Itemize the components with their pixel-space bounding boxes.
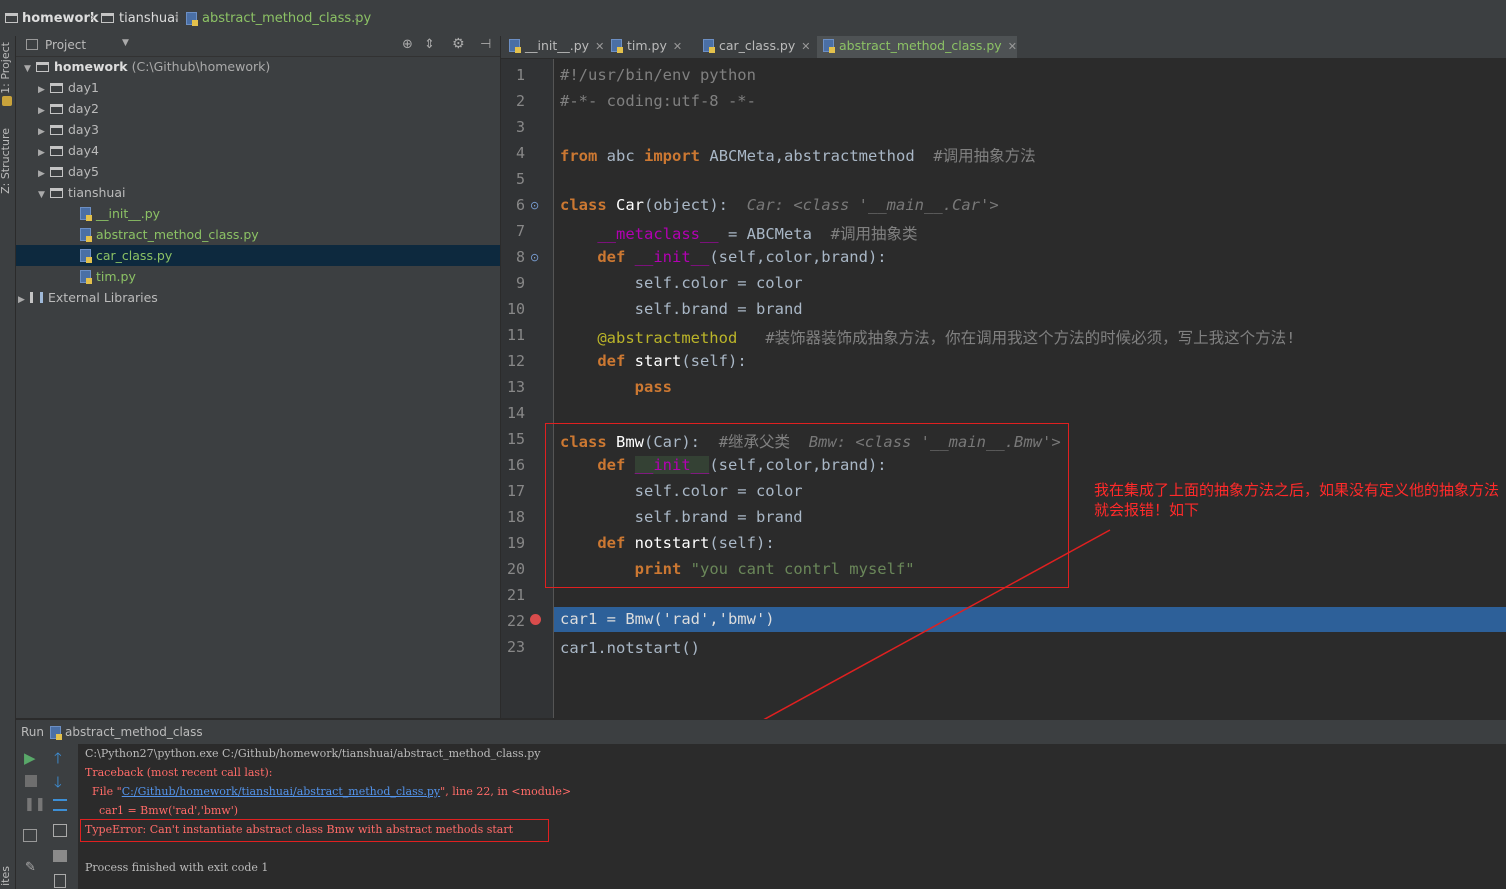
scroll-to-end-icon[interactable] <box>53 824 67 837</box>
error-highlight-box <box>80 819 549 842</box>
soft-wrap-icon[interactable] <box>53 799 67 811</box>
down-arrow-icon[interactable]: 🡓 <box>54 772 62 797</box>
console-text: File " <box>85 785 122 798</box>
rerun-icon[interactable]: ▶ <box>24 749 36 767</box>
layout-icon[interactable] <box>23 829 37 842</box>
console-traceback: Traceback (most recent call last): <box>85 766 273 779</box>
console-text: ", line 22, in <module> <box>440 785 572 798</box>
console-command: C:\Python27\python.exe C:/Github/homewor… <box>85 747 541 760</box>
console-exit-status: Process finished with exit code 1 <box>85 861 269 874</box>
console-code-line: car1 = Bmw('rad','bmw') <box>85 804 239 817</box>
console-file-link[interactable]: C:/Github/homework/tianshuai/abstract_me… <box>122 785 440 798</box>
trash-icon[interactable] <box>54 874 66 888</box>
run-toolbar: ▶ ❚❚ ✎ 🡑 🡓 <box>16 744 79 889</box>
run-config-tab[interactable]: abstract_method_class <box>65 725 203 739</box>
pause-icon[interactable]: ❚❚ <box>24 797 46 812</box>
run-panel-header: Run abstract_method_class <box>16 719 1506 744</box>
python-file-icon <box>50 726 62 740</box>
stop-icon[interactable] <box>25 775 37 787</box>
console-file-line: File "C:/Github/homework/tianshuai/abstr… <box>85 785 571 798</box>
run-panel-title: Run <box>21 725 45 739</box>
print-icon[interactable] <box>53 850 67 862</box>
console-output[interactable]: C:\Python27\python.exe C:/Github/homewor… <box>79 744 1506 889</box>
pin-icon[interactable]: ✎ <box>25 860 36 875</box>
up-arrow-icon[interactable]: 🡑 <box>54 748 62 773</box>
